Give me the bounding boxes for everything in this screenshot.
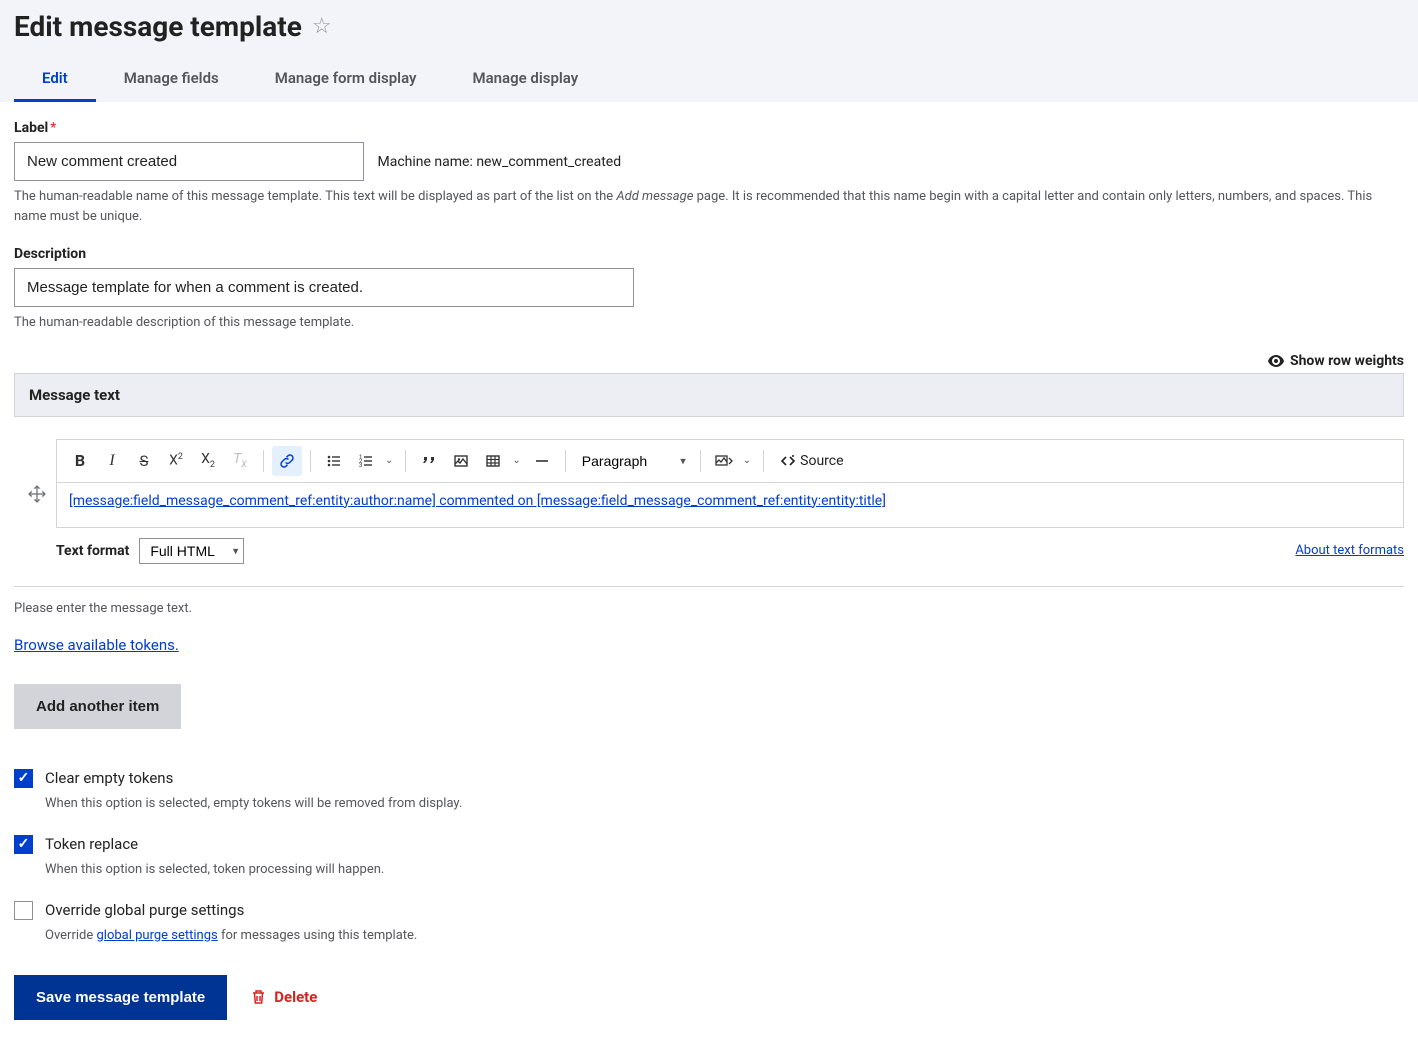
token-replace-help: When this option is selected, token proc…	[45, 862, 1404, 877]
eye-icon	[1268, 355, 1284, 367]
toolbar-separator	[263, 450, 264, 472]
editor-content[interactable]: [message:field_message_comment_ref:entit…	[57, 483, 1403, 527]
label-help: The human-readable name of this message …	[14, 187, 1404, 226]
toolbar-separator	[763, 450, 764, 472]
strikethrough-icon[interactable]: S	[129, 446, 159, 476]
text-format-label: Text format	[56, 543, 129, 559]
override-purge-label: Override global purge settings	[45, 901, 244, 919]
heading-select[interactable]: Paragraph	[574, 449, 692, 473]
show-row-weights[interactable]: Show row weights	[14, 353, 1404, 369]
required-marker: *	[50, 120, 56, 136]
heading-select-wrap: Paragraph	[574, 449, 692, 473]
subscript-icon[interactable]: X2	[193, 446, 223, 476]
bold-icon[interactable]: B	[65, 446, 95, 476]
media-dropdown-icon[interactable]: ⌄	[739, 455, 755, 466]
description-field: Description The human-readable descripti…	[14, 246, 1404, 333]
form-actions: Save message template Delete	[14, 975, 1404, 1020]
source-button[interactable]: Source	[772, 453, 851, 469]
page-title-row: Edit message template ☆	[0, 0, 1418, 47]
clear-empty-tokens-help: When this option is selected, empty toke…	[45, 796, 1404, 811]
trash-icon	[251, 989, 266, 1005]
bullet-list-icon[interactable]	[319, 446, 349, 476]
italic-icon[interactable]: I	[97, 446, 127, 476]
clear-empty-tokens-field: Clear empty tokens When this option is s…	[14, 769, 1404, 811]
clear-empty-tokens-checkbox[interactable]	[14, 769, 33, 788]
numbered-list-icon[interactable]: 123	[351, 446, 381, 476]
token-replace-label: Token replace	[45, 835, 138, 853]
remove-format-icon[interactable]: Tx	[225, 446, 255, 476]
add-another-item-button[interactable]: Add another item	[14, 684, 181, 729]
about-text-formats-link[interactable]: About text formats	[1295, 543, 1404, 558]
page-title: Edit message template	[14, 10, 302, 43]
editor-toolbar: B I S X2 X2 Tx 123 ⌄	[57, 440, 1403, 483]
text-format-row: Text format Full HTML About text formats	[56, 538, 1404, 564]
tab-manage-form-display[interactable]: Manage form display	[247, 59, 445, 102]
table-dropdown-icon[interactable]: ⌄	[508, 455, 524, 466]
delete-link[interactable]: Delete	[251, 988, 317, 1006]
image-icon[interactable]	[446, 446, 476, 476]
override-purge-help: Override global purge settings for messa…	[45, 928, 1404, 943]
svg-text:3: 3	[359, 462, 362, 469]
description-input[interactable]	[14, 268, 634, 307]
message-text-header: Message text	[14, 373, 1404, 417]
token-replace-field: Token replace When this option is select…	[14, 835, 1404, 877]
media-library-icon[interactable]	[709, 446, 739, 476]
override-purge-field: Override global purge settings Override …	[14, 901, 1404, 943]
blockquote-icon[interactable]	[414, 446, 444, 476]
divider	[14, 586, 1404, 587]
clear-empty-tokens-label: Clear empty tokens	[45, 769, 173, 787]
toolbar-separator	[700, 450, 701, 472]
toolbar-separator	[310, 450, 311, 472]
browse-tokens-link[interactable]: Browse available tokens.	[14, 636, 179, 654]
text-format-select[interactable]: Full HTML	[139, 538, 244, 564]
token-replace-checkbox[interactable]	[14, 835, 33, 854]
save-button[interactable]: Save message template	[14, 975, 227, 1020]
editor-wrapper: B I S X2 X2 Tx 123 ⌄	[14, 439, 1404, 564]
tab-edit[interactable]: Edit	[14, 59, 96, 102]
editor-box: B I S X2 X2 Tx 123 ⌄	[56, 439, 1404, 528]
list-dropdown-icon[interactable]: ⌄	[381, 455, 397, 466]
description-label: Description	[14, 246, 86, 262]
superscript-icon[interactable]: X2	[161, 446, 191, 476]
label-input[interactable]	[14, 142, 364, 181]
horizontal-rule-icon[interactable]	[527, 446, 557, 476]
tab-manage-fields[interactable]: Manage fields	[96, 59, 247, 102]
label-field: Label* Machine name: new_comment_created…	[14, 120, 1404, 226]
table-icon[interactable]	[478, 446, 508, 476]
toolbar-separator	[405, 450, 406, 472]
label-label: Label	[14, 120, 48, 136]
tabs: Edit Manage fields Manage form display M…	[0, 47, 1418, 102]
drag-handle-icon[interactable]	[28, 485, 46, 503]
global-purge-settings-link[interactable]: global purge settings	[96, 928, 217, 943]
header-region: Edit message template ☆ Edit Manage fiel…	[0, 0, 1418, 102]
content: Label* Machine name: new_comment_created…	[0, 102, 1418, 1060]
machine-name: Machine name: new_comment_created	[377, 154, 621, 170]
description-help: The human-readable description of this m…	[14, 313, 1404, 333]
link-icon[interactable]	[272, 446, 302, 476]
toolbar-separator	[565, 450, 566, 472]
tab-manage-display[interactable]: Manage display	[444, 59, 606, 102]
editor-body-link[interactable]: [message:field_message_comment_ref:entit…	[69, 493, 886, 509]
star-icon[interactable]: ☆	[312, 14, 332, 39]
override-purge-checkbox[interactable]	[14, 901, 33, 920]
message-text-help: Please enter the message text.	[14, 601, 1404, 616]
